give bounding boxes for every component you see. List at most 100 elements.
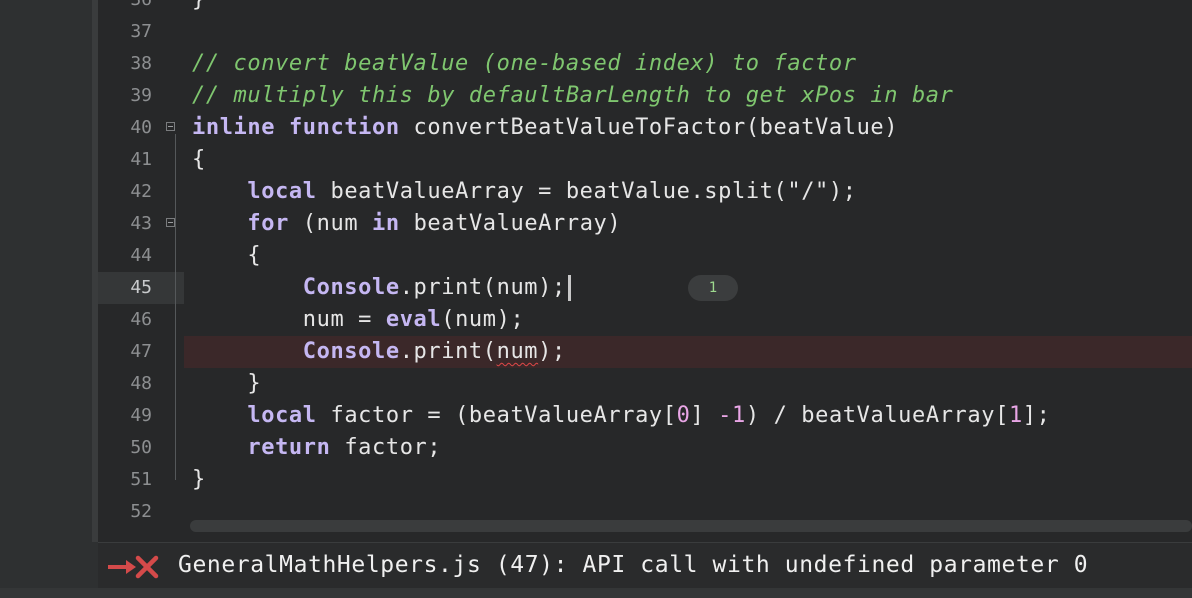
line-number[interactable]: 51 <box>98 464 152 496</box>
code-token: factor; <box>330 435 442 460</box>
code-token: ] <box>690 403 719 428</box>
line-number[interactable]: 39 <box>98 80 152 112</box>
line-number[interactable]: 46 <box>98 304 152 336</box>
text-cursor <box>567 275 571 301</box>
error-token: num <box>496 339 539 364</box>
code-line-39[interactable]: 39 // multiply this by defaultBarLength t… <box>98 80 1192 112</box>
code-text[interactable]: } <box>192 368 261 400</box>
line-number[interactable]: 50 <box>98 432 152 464</box>
code-token: local <box>247 179 317 204</box>
line-number[interactable]: 36 <box>98 0 152 16</box>
code-text[interactable]: inline function convertBeatValueToFactor… <box>192 112 898 144</box>
code-text[interactable]: { <box>192 144 206 176</box>
line-background <box>184 240 1192 272</box>
fold-guide <box>175 230 176 384</box>
code-line-50[interactable]: 50 return factor; <box>98 432 1192 464</box>
code-token: } <box>192 371 262 396</box>
line-number[interactable]: 37 <box>98 16 152 48</box>
code-text[interactable]: return factor; <box>192 432 441 464</box>
code-line-49[interactable]: 49 local factor = (beatValueArray[0] -1)… <box>98 400 1192 432</box>
code-token: // multiply this by defaultBarLength to … <box>192 83 954 108</box>
code-line-38[interactable]: 38 // convert beatValue (one-based index)… <box>98 48 1192 80</box>
line-number[interactable]: 44 <box>98 240 152 272</box>
code-token: convertBeatValueToFactor(beatValue) <box>399 115 899 140</box>
code-text[interactable]: } <box>192 0 206 16</box>
line-background <box>184 16 1192 48</box>
code-token: Console <box>302 275 400 300</box>
line-number[interactable]: 52 <box>98 496 152 528</box>
code-token: 0 <box>676 403 691 428</box>
code-token: factor = (beatValueArray[ <box>316 403 677 428</box>
line-number[interactable]: 42 <box>98 176 152 208</box>
code-token: 1 <box>1008 403 1023 428</box>
code-line-37[interactable]: 37 <box>98 16 1192 48</box>
status-left-area <box>0 542 98 588</box>
line-background <box>184 144 1192 176</box>
bottom-bar <box>0 588 1192 598</box>
line-number[interactable]: 43 <box>98 208 152 240</box>
left-panel-strip <box>0 0 92 542</box>
line-number[interactable]: 38 <box>98 48 152 80</box>
code-text[interactable]: // multiply this by defaultBarLength to … <box>192 80 953 112</box>
code-token: -1 <box>718 403 746 428</box>
code-text[interactable]: { <box>192 240 261 272</box>
code-text[interactable]: for (num in beatValueArray) <box>192 208 621 240</box>
error-arrow-icon[interactable] <box>106 555 160 579</box>
code-text[interactable]: // convert beatValue (one-based index) t… <box>192 48 857 80</box>
code-text[interactable]: Console.print(num); <box>192 336 566 368</box>
code-line-36[interactable]: 36} <box>98 0 1192 16</box>
code-line-46[interactable]: 46 num = eval(num); <box>98 304 1192 336</box>
code-token: // convert beatValue (one-based index) t… <box>192 51 857 76</box>
error-status-bar: GeneralMathHelpers.js (47): API call wit… <box>98 542 1192 589</box>
code-token: { <box>192 147 206 172</box>
code-token: (num <box>288 211 373 236</box>
code-token: beatValueArray = beatValue.split("/"); <box>316 179 857 204</box>
code-token: .print( <box>399 339 497 364</box>
code-token: Console <box>302 339 400 364</box>
code-token: inline <box>192 115 276 140</box>
code-text[interactable]: } <box>192 464 206 496</box>
code-line-41[interactable]: 41 { <box>98 144 1192 176</box>
line-number[interactable]: 41 <box>98 144 152 176</box>
code-token: num = <box>192 307 386 332</box>
code-line-44[interactable]: 44 { <box>98 240 1192 272</box>
code-text[interactable]: local beatValueArray = beatValue.split("… <box>192 176 857 208</box>
line-number[interactable]: 45 <box>98 272 152 304</box>
line-number[interactable]: 48 <box>98 368 152 400</box>
line-background <box>184 464 1192 496</box>
line-background <box>184 368 1192 400</box>
code-line-51[interactable]: 51} <box>98 464 1192 496</box>
code-line-43[interactable]: 43 for (num in beatValueArray) <box>98 208 1192 240</box>
code-text[interactable]: local factor = (beatValueArray[0] -1) / … <box>192 400 1051 432</box>
code-text[interactable]: num = eval(num); <box>192 304 524 336</box>
code-line-45[interactable]: 45 Console.print(num); 1 <box>98 272 1192 304</box>
code-token: for <box>247 211 289 236</box>
hit-count-badge: 1 <box>688 275 738 301</box>
code-token: } <box>192 467 206 492</box>
code-token: { <box>192 243 262 268</box>
code-line-48[interactable]: 48 } <box>98 368 1192 400</box>
code-line-42[interactable]: 42 local beatValueArray = beatValue.spli… <box>98 176 1192 208</box>
code-token: local <box>247 403 317 428</box>
horizontal-scrollbar[interactable] <box>190 520 1192 532</box>
code-token: function <box>288 115 400 140</box>
code-token: ]; <box>1022 403 1051 428</box>
error-message[interactable]: GeneralMathHelpers.js (47): API call wit… <box>178 543 1088 589</box>
line-number[interactable]: 49 <box>98 400 152 432</box>
code-token: ); <box>538 339 566 364</box>
code-line-40[interactable]: 40 inline function convertBeatValueToFact… <box>98 112 1192 144</box>
line-background <box>184 0 1192 16</box>
line-number[interactable]: 40 <box>98 112 152 144</box>
line-number[interactable]: 47 <box>98 336 152 368</box>
code-token: eval <box>385 307 442 332</box>
code-text[interactable]: Console.print(num); <box>192 272 571 304</box>
fold-toggle-icon[interactable] <box>166 218 175 227</box>
fold-toggle-icon[interactable] <box>166 122 175 131</box>
code-token: ) / beatValueArray[ <box>745 403 1009 428</box>
code-line-47[interactable]: 47 Console.print(num); <box>98 336 1192 368</box>
code-token: beatValueArray) <box>399 211 622 236</box>
